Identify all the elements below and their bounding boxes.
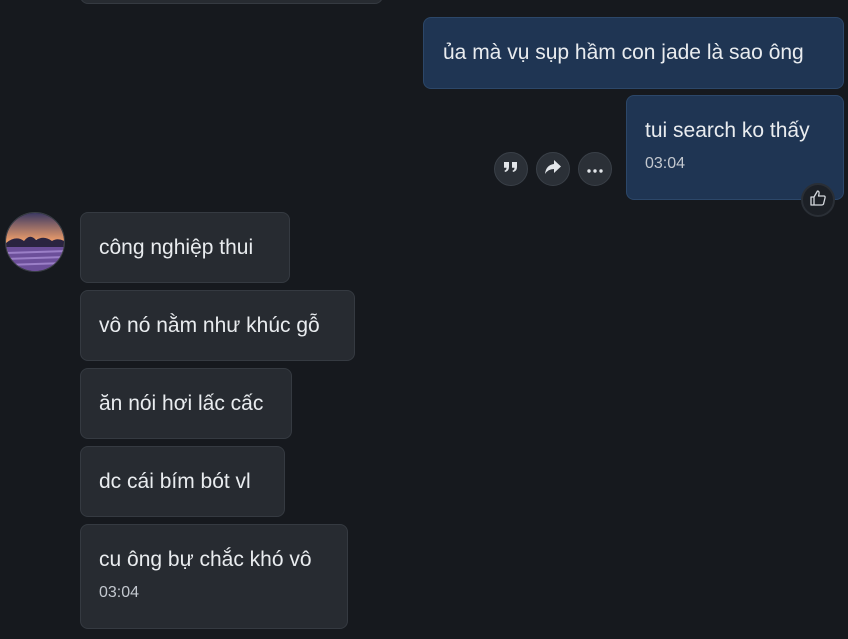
- forward-button[interactable]: [536, 152, 570, 186]
- message-timestamp: 03:04: [99, 584, 140, 601]
- quote-icon: [503, 160, 519, 179]
- message-bubble-incoming[interactable]: dc cái bím bót vl: [80, 446, 285, 517]
- message-bubble-incoming[interactable]: cu ông bự chắc khó vô 03:04: [80, 524, 348, 629]
- message-text: công nghiệp thui: [99, 236, 254, 259]
- message-bubble-incoming[interactable]: ăn nói hơi lấc cấc: [80, 368, 292, 439]
- thumbs-up-icon: [809, 189, 827, 212]
- message-bubble-incoming[interactable]: công nghiệp thui: [80, 212, 290, 283]
- react-button[interactable]: [801, 183, 835, 217]
- message-bubble-outgoing[interactable]: ủa mà vụ sụp hầm con jade là sao ông: [423, 17, 844, 89]
- message-text: vô nó nằm như khúc gỗ: [99, 314, 320, 337]
- message-text: ủa mà vụ sụp hầm con jade là sao ông: [443, 41, 804, 64]
- more-icon: [587, 160, 603, 178]
- more-button[interactable]: [578, 152, 612, 186]
- message-bubble-cutoff: [80, 0, 383, 4]
- message-text: ăn nói hơi lấc cấc: [99, 392, 264, 415]
- message-timestamp: 03:04: [645, 155, 686, 172]
- message-bubble-incoming[interactable]: vô nó nằm như khúc gỗ: [80, 290, 355, 361]
- forward-icon: [544, 159, 562, 180]
- message-text: tui search ko thấy: [645, 119, 810, 142]
- message-text: cu ông bự chắc khó vô: [99, 548, 312, 571]
- message-text: dc cái bím bót vl: [99, 470, 251, 493]
- quote-button[interactable]: [494, 152, 528, 186]
- chat-thread: ủa mà vụ sụp hầm con jade là sao ông tui…: [0, 0, 848, 639]
- avatar[interactable]: [5, 212, 65, 272]
